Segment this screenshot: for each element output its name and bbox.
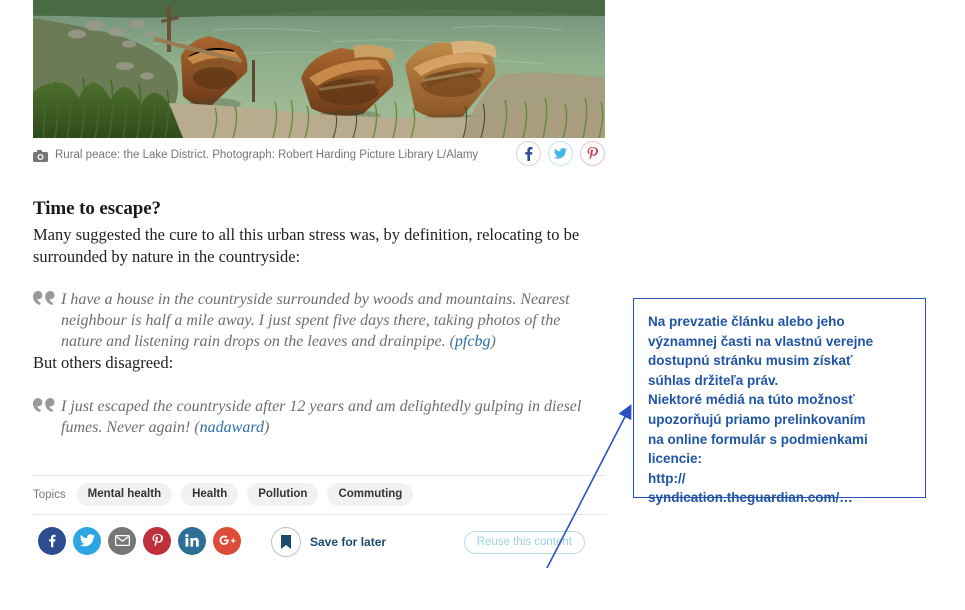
topics-row: Topics Mental health Health Pollution Co… (33, 476, 605, 514)
topic-tag-mental-health[interactable]: Mental health (76, 483, 173, 506)
pinterest-share-button[interactable] (143, 526, 171, 555)
save-for-later-control[interactable]: Save for later (271, 526, 387, 557)
callout-line-2: významnej časti na vlastnú verejne (648, 333, 874, 349)
callout-line-10: syndication.theguardian.com/… (648, 490, 853, 506)
caption-text: Rural peace: the Lake District. Photogra… (55, 149, 479, 161)
googleplus-share-button[interactable] (213, 526, 241, 555)
article-subheading: Time to escape? (33, 198, 161, 219)
callout-line-7: na online formulár s podmienkami (648, 431, 868, 447)
annotation-callout-box: Na prevzatie článku alebo jeho významnej… (633, 298, 926, 505)
bookmark-icon (271, 526, 301, 557)
article-intro-paragraph: Many suggested the cure to all this urba… (33, 225, 580, 266)
share-icons-group (38, 526, 241, 555)
quote-two-author-link[interactable]: nadaward (200, 419, 264, 436)
topic-tag-health[interactable]: Health (181, 483, 239, 506)
quote-mark-icon (33, 289, 61, 352)
facebook-icon[interactable] (516, 141, 541, 166)
quote-one-author-link[interactable]: pfcbg (455, 333, 491, 350)
reader-quote-one: I have a house in the countryside surrou… (33, 289, 593, 352)
caption-share-group (516, 141, 605, 166)
twitter-share-button[interactable] (73, 526, 101, 555)
article-column: Rural peace: the Lake District. Photogra… (33, 0, 605, 577)
hero-image (33, 0, 605, 138)
callout-line-1: Na prevzatie článku alebo jeho (648, 314, 845, 329)
lake-boats-illustration (33, 0, 605, 138)
callout-line-9: http:// (648, 470, 686, 486)
article-transition-paragraph: But others disagreed: (33, 353, 174, 372)
topic-tag-commuting[interactable]: Commuting (327, 483, 414, 506)
reuse-this-content-button[interactable]: Reuse this content (463, 530, 585, 554)
quote-one-text: I have a house in the countryside surrou… (61, 291, 570, 350)
reader-quote-two: I just escaped the countryside after 12 … (33, 396, 593, 438)
facebook-share-button[interactable] (38, 526, 66, 555)
article-page: Rural peace: the Lake District. Photogra… (0, 0, 965, 610)
share-bar: Save for later Reuse this content (33, 515, 605, 577)
quote-mark-icon (33, 396, 61, 438)
quote-two-text: I just escaped the countryside after 12 … (61, 397, 582, 436)
callout-line-4: súhlas držiteľa práv. (648, 372, 779, 388)
callout-line-8: licencie: (648, 451, 703, 467)
topic-tag-pollution[interactable]: Pollution (247, 483, 319, 506)
email-share-button[interactable] (108, 526, 136, 555)
topics-label: Topics (33, 488, 66, 501)
twitter-icon[interactable] (548, 141, 573, 166)
callout-line-5: Niektoré médiá na túto možnosť (648, 392, 855, 408)
callout-line-6: upozorňujú priamo prelinkovaním (648, 411, 866, 427)
callout-line-3: dostupnú stránku musim získať (648, 353, 853, 369)
camera-icon (33, 149, 48, 162)
linkedin-share-button[interactable] (178, 526, 206, 555)
annotation-callout-text: Na prevzatie článku alebo jeho významnej… (634, 299, 925, 508)
pinterest-icon[interactable] (580, 141, 605, 166)
save-for-later-label: Save for later (310, 534, 387, 549)
image-caption-row: Rural peace: the Lake District. Photogra… (33, 138, 605, 172)
